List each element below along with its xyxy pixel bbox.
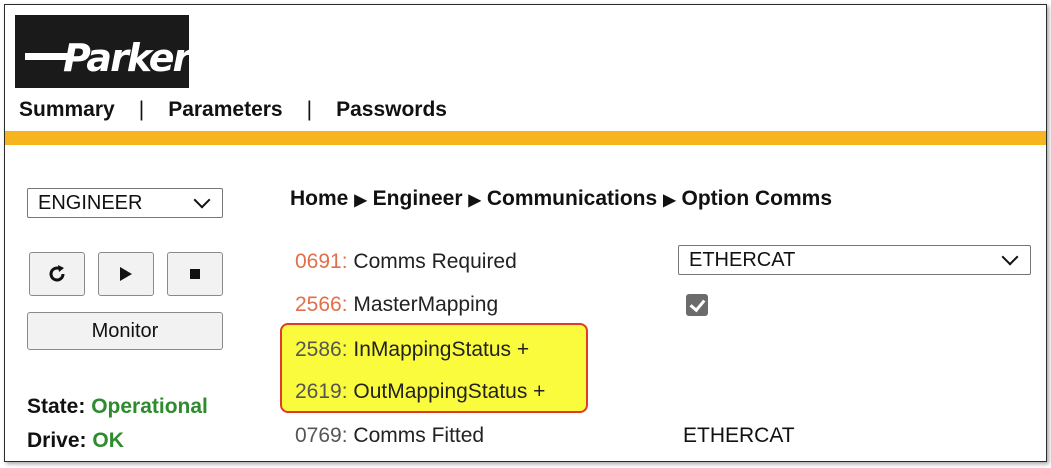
drive-label: Drive: xyxy=(27,429,87,452)
breadcrumb-arrow-icon: ▶ xyxy=(354,192,367,209)
stop-icon xyxy=(190,269,200,279)
drive-status: Drive: OK xyxy=(27,429,124,453)
nav-summary[interactable]: Summary xyxy=(19,98,115,122)
param-row-comms-fitted: 0769: Comms Fitted xyxy=(295,424,484,448)
monitor-button[interactable]: Monitor xyxy=(27,312,223,350)
play-button[interactable] xyxy=(98,252,154,296)
param-code: 0691: xyxy=(295,250,348,273)
param-row-master-mapping: 2566: MasterMapping xyxy=(295,293,498,317)
param-row-in-mapping-status: 2586: InMappingStatus + xyxy=(295,338,529,362)
play-icon xyxy=(120,267,132,281)
comms-required-select[interactable]: ETHERCAT xyxy=(678,245,1031,275)
comms-required-value: ETHERCAT xyxy=(689,248,796,271)
param-code: 0769: xyxy=(295,424,348,447)
param-code: 2566: xyxy=(295,293,348,316)
param-row-out-mapping-status: 2619: OutMappingStatus + xyxy=(295,380,545,404)
param-code: 2586: xyxy=(295,338,348,361)
param-row-comms-required: 0691: Comms Required xyxy=(295,250,517,274)
breadcrumb-communications[interactable]: Communications xyxy=(487,187,657,210)
top-nav: Summary | Parameters | Passwords xyxy=(19,95,447,125)
state-label: State: xyxy=(27,395,86,418)
param-code: 2619: xyxy=(295,380,348,403)
accent-bar xyxy=(5,131,1046,145)
breadcrumb-engineer[interactable]: Engineer xyxy=(373,187,463,210)
state-value: Operational xyxy=(91,395,208,418)
nav-separator: | xyxy=(138,98,145,121)
param-label: Comms Required xyxy=(353,250,517,273)
nav-separator: | xyxy=(306,98,313,121)
app-window: Parker Summary | Parameters | Passwords … xyxy=(4,4,1047,462)
breadcrumb-option-comms: Option Comms xyxy=(681,187,833,210)
out-mapping-status-link[interactable]: OutMappingStatus + xyxy=(353,380,545,403)
breadcrumb-arrow-icon: ▶ xyxy=(663,192,676,209)
refresh-button[interactable] xyxy=(29,252,85,296)
param-label: MasterMapping xyxy=(353,293,499,316)
breadcrumb-arrow-icon: ▶ xyxy=(468,192,481,209)
in-mapping-status-link[interactable]: InMappingStatus + xyxy=(353,338,529,361)
chevron-down-icon xyxy=(1001,248,1019,266)
logo-text: Parker xyxy=(63,36,191,80)
chevron-down-icon xyxy=(193,191,211,209)
nav-passwords[interactable]: Passwords xyxy=(336,98,447,122)
stop-button[interactable] xyxy=(167,252,223,296)
master-mapping-checkbox[interactable] xyxy=(686,294,708,316)
comms-fitted-value: ETHERCAT xyxy=(683,424,795,447)
breadcrumb: Home ▶ Engineer ▶ Communications ▶ Option Comm… xyxy=(290,187,832,211)
refresh-icon xyxy=(49,265,65,282)
role-select[interactable]: ENGINEER xyxy=(27,188,223,218)
role-select-value: ENGINEER xyxy=(38,191,143,214)
parker-logo: Parker xyxy=(15,15,191,88)
drive-value: OK xyxy=(92,429,124,452)
breadcrumb-home[interactable]: Home xyxy=(290,187,348,210)
param-label: Comms Fitted xyxy=(353,424,485,447)
state-status: State: Operational xyxy=(27,395,208,419)
nav-parameters[interactable]: Parameters xyxy=(168,98,282,122)
